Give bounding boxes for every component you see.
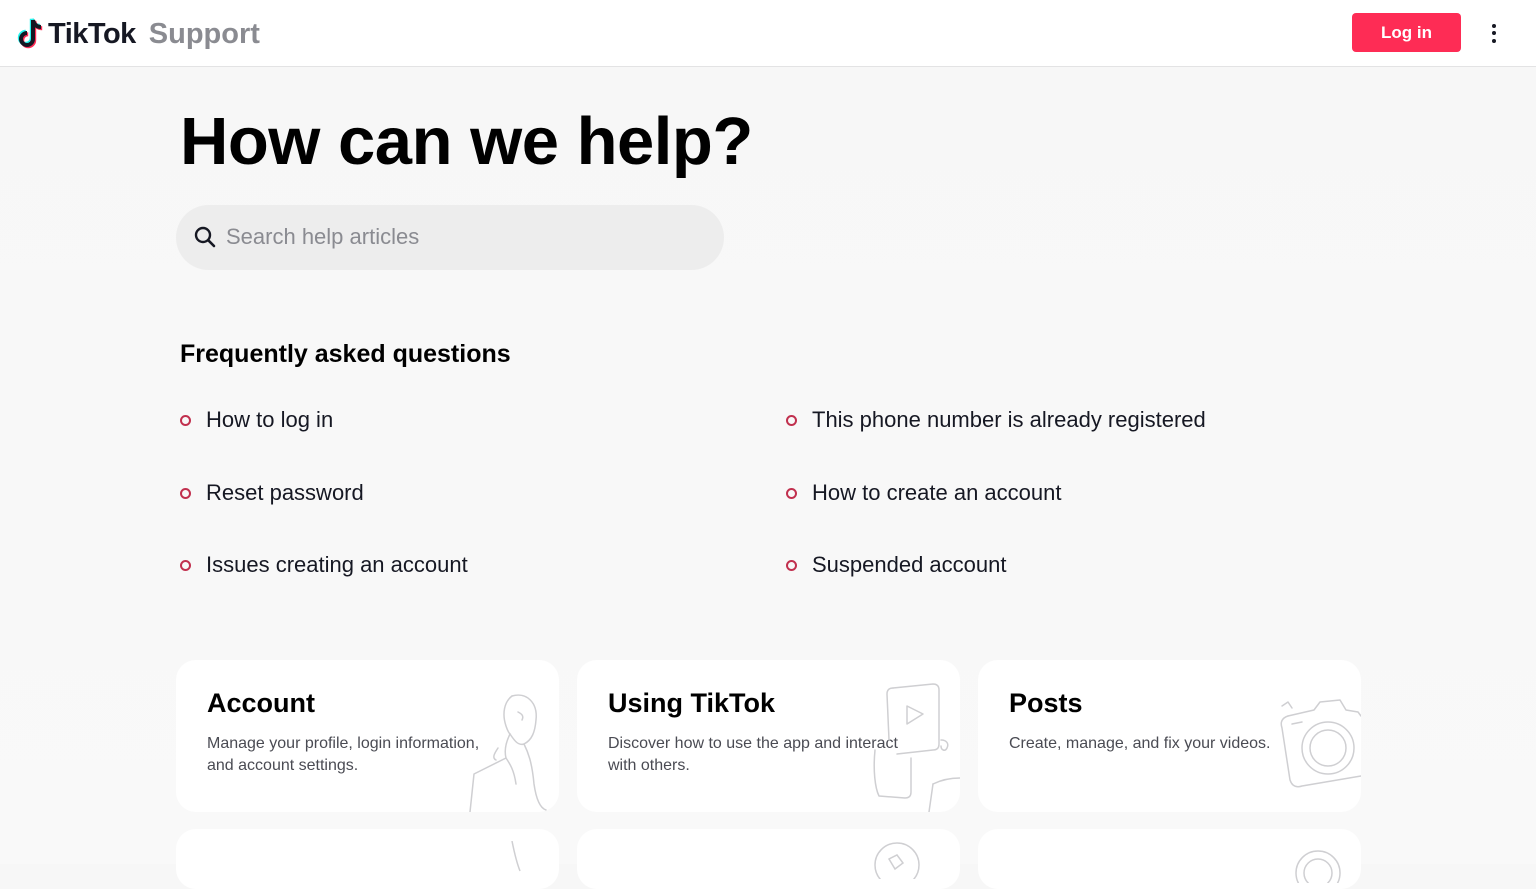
faq-item-phone-registered[interactable]: This phone number is already registered xyxy=(786,405,1206,435)
faq-item-label: This phone number is already registered xyxy=(812,407,1206,432)
faq-item-suspended-account[interactable]: Suspended account xyxy=(786,550,1007,580)
faq-item-label: How to create an account xyxy=(812,480,1062,505)
card-description: Manage your profile, login information, … xyxy=(207,735,480,774)
search-icon xyxy=(194,226,216,248)
illustration-icon xyxy=(874,842,920,879)
illustration-icon xyxy=(1295,850,1341,883)
page-title: How can we help? xyxy=(180,104,753,179)
faq-heading: Frequently asked questions xyxy=(180,340,511,368)
faq-item-label: Issues creating an account xyxy=(206,552,468,577)
topic-card-using-tiktok[interactable]: Using TikTok Discover how to use the app… xyxy=(577,660,960,812)
login-button[interactable]: Log in xyxy=(1352,13,1461,52)
faq-item-how-to-log-in[interactable]: How to log in xyxy=(180,405,333,435)
phone-play-illustration-icon xyxy=(873,683,960,812)
bullet-icon xyxy=(180,559,191,571)
tiktok-support-logo[interactable]: TikTok Support xyxy=(16,14,260,54)
card-title: Using TikTok xyxy=(608,688,776,718)
bullet-icon xyxy=(180,487,191,499)
more-options-icon[interactable] xyxy=(1482,18,1506,48)
faq-item-label: Suspended account xyxy=(812,552,1007,577)
card-description: Discover how to use the app and interact… xyxy=(608,735,898,774)
card-description: Create, manage, and fix your videos. xyxy=(1009,735,1271,752)
faq-item-label: How to log in xyxy=(206,407,334,432)
bullet-icon xyxy=(786,559,797,571)
bullet-icon xyxy=(786,414,797,426)
bullet-icon xyxy=(180,414,191,426)
topic-card-row2-2[interactable] xyxy=(577,829,960,889)
tiktok-note-icon xyxy=(17,18,43,49)
faq-item-label: Reset password xyxy=(206,480,364,505)
illustration-icon xyxy=(511,841,521,872)
topic-card-row2-3[interactable] xyxy=(978,829,1361,889)
section-name: Support xyxy=(148,17,260,50)
faq-item-issues-creating-account[interactable]: Issues creating an account xyxy=(180,550,468,580)
brand-name: TikTok xyxy=(48,17,136,50)
topic-card-account[interactable]: Account Manage your profile, login infor… xyxy=(176,660,559,812)
faq-item-create-account[interactable]: How to create an account xyxy=(786,478,1061,508)
card-title: Posts xyxy=(1009,688,1083,718)
topic-card-row2-1[interactable] xyxy=(176,829,559,889)
person-illustration-icon xyxy=(469,694,547,812)
card-title: Account xyxy=(207,688,315,718)
bullet-icon xyxy=(786,487,797,499)
top-header: TikTok Support Log in xyxy=(0,0,1536,67)
search-input[interactable] xyxy=(226,220,696,254)
topic-card-posts[interactable]: Posts Create, manage, and fix your video… xyxy=(978,660,1361,812)
faq-item-reset-password[interactable]: Reset password xyxy=(180,478,364,508)
camera-illustration-icon xyxy=(1280,699,1361,788)
